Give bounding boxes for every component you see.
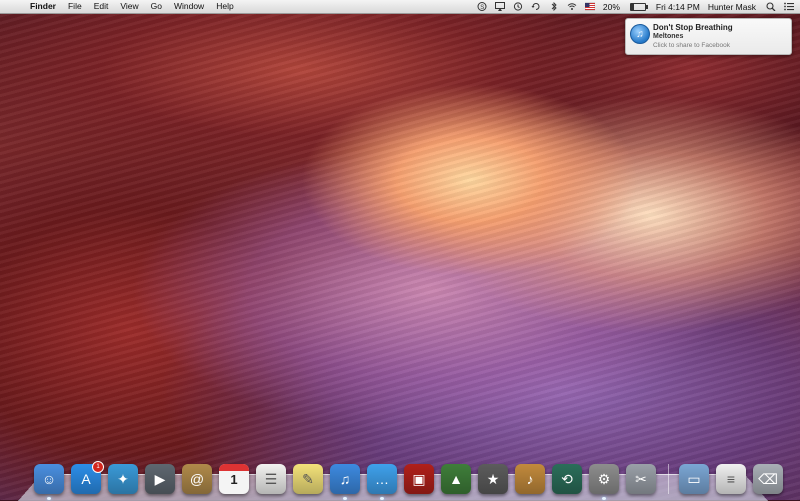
menu-window[interactable]: Window [174, 0, 204, 13]
finder-glyph: ☺ [41, 471, 57, 487]
garageband-icon[interactable]: ♪ [515, 464, 545, 494]
time-machine-app-icon[interactable]: ⟲ [552, 464, 582, 494]
notes-glyph: ✎ [302, 470, 314, 487]
notification-title: Don't Stop Breathing [653, 23, 733, 32]
menu-bar: Finder File Edit View Go Window Help S 2… [0, 0, 800, 14]
user-name-menu[interactable]: Hunter Mask [708, 2, 756, 12]
svg-text:S: S [480, 5, 484, 11]
dock-separator [668, 464, 669, 494]
imovie-glyph: ★ [486, 470, 500, 487]
iphoto-glyph: ▲ [449, 471, 463, 487]
itunes-note-icon: ♫ [630, 24, 650, 44]
folder-icon[interactable]: ▭ [679, 464, 709, 494]
contacts-icon[interactable]: @ [182, 464, 212, 494]
notes-icon[interactable]: ✎ [293, 464, 323, 494]
itunes-glyph: ♫ [339, 471, 351, 487]
menu-go[interactable]: Go [151, 0, 162, 13]
applications-folder-glyph: ▭ [687, 470, 701, 487]
spotlight-search-icon[interactable] [766, 2, 776, 12]
photo-booth-glyph: ▣ [412, 470, 426, 487]
desktop-wallpaper [0, 0, 800, 500]
messages-glyph: … [375, 471, 389, 487]
app-store-icon[interactable]: A1 [71, 461, 104, 494]
finder-icon[interactable]: ☺ [34, 464, 64, 500]
photo-booth-icon[interactable]: ▣ [404, 464, 434, 494]
system-preferences-icon[interactable]: ⚙ [589, 464, 619, 500]
itunes-icon[interactable]: ♫ [330, 464, 360, 500]
menu-finder[interactable]: Finder [30, 0, 56, 13]
bluetooth-icon[interactable] [549, 1, 559, 12]
calendar-icon[interactable]: 1 [219, 464, 249, 494]
messages-icon[interactable]: … [367, 464, 397, 500]
notification-center-icon[interactable] [784, 2, 794, 11]
notification-badge: 1 [92, 461, 104, 473]
facetime-icon[interactable]: ▶ [145, 464, 175, 494]
facetime-glyph: ▶ [154, 470, 166, 487]
menu-help[interactable]: Help [216, 0, 233, 13]
safari-glyph: ✦ [117, 470, 129, 487]
utilities-glyph: ✂ [635, 470, 647, 487]
battery-percent[interactable]: 20% [603, 2, 620, 12]
notification-subtitle: Meltones [653, 33, 684, 40]
app-store-glyph: A [81, 471, 91, 487]
document-icon[interactable]: ≡ [716, 464, 746, 494]
flag-icon[interactable] [584, 2, 596, 11]
system-preferences-glyph: ⚙ [597, 470, 611, 487]
menu-extras: S 20% Fri 4:14 PM Hunter Mask [477, 0, 800, 13]
safari-icon[interactable]: ✦ [108, 464, 138, 494]
menu-view[interactable]: View [120, 0, 138, 13]
battery-icon[interactable] [629, 2, 648, 11]
dock: ☺ A 1 ✦ ▶ @1 ☰ ✎ ♫… ▣ ▲ ★ ♪ ⟲ ⚙ ✂ ▭ ≡ ⌫ [34, 454, 790, 500]
sync-icon[interactable] [531, 2, 541, 11]
calendar-glyph: 1 [230, 471, 238, 487]
reminders-icon[interactable]: ☰ [256, 464, 286, 494]
notification-banner[interactable]: ♫ Don't Stop Breathing Meltones Click to… [625, 18, 792, 55]
trash-icon[interactable]: ⌫ [753, 464, 783, 494]
utilities-icon[interactable]: ✂ [626, 464, 656, 494]
imovie-icon[interactable]: ★ [478, 464, 508, 494]
time-machine-glyph: ⟲ [561, 470, 573, 487]
clock[interactable]: Fri 4:14 PM [656, 2, 700, 12]
time-machine-icon[interactable] [513, 2, 523, 11]
wifi-icon[interactable] [567, 2, 577, 11]
documents-glyph: ≡ [726, 471, 736, 487]
reminders-glyph: ☰ [264, 470, 278, 487]
contacts-glyph: @ [189, 471, 205, 487]
trash-glyph: ⌫ [758, 470, 778, 487]
airplay-icon[interactable] [494, 2, 505, 11]
menu-edit[interactable]: Edit [94, 0, 109, 13]
garageband-glyph: ♪ [526, 471, 534, 487]
calendar-header [219, 464, 249, 471]
skype-icon[interactable]: S [477, 2, 487, 11]
notification-info: Click to share to Facebook [653, 42, 730, 49]
iphoto-icon[interactable]: ▲ [441, 464, 471, 494]
menu-file[interactable]: File [68, 0, 82, 13]
